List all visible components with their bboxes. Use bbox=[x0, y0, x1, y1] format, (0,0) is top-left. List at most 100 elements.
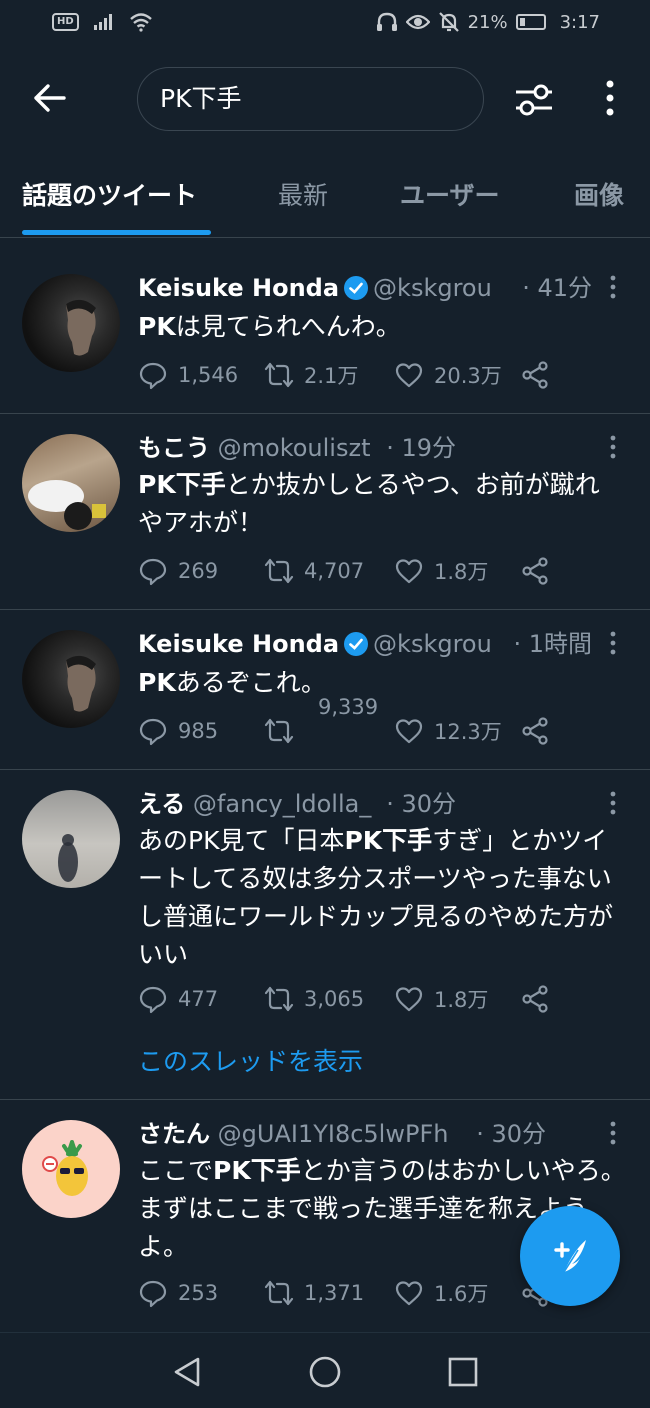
like-button[interactable]: 1.8万 bbox=[394, 984, 488, 1014]
reply-button[interactable]: 1,546 bbox=[138, 360, 238, 390]
search-box[interactable] bbox=[137, 67, 484, 131]
retweet-icon bbox=[264, 718, 294, 744]
tweet-time: · 1時間 bbox=[513, 630, 592, 658]
vertical-dots-icon bbox=[606, 80, 614, 116]
like-count: 1.8万 bbox=[434, 560, 489, 584]
retweet-button[interactable]: 3,065 bbox=[264, 984, 364, 1014]
verified-badge-icon bbox=[344, 276, 369, 300]
avatar[interactable] bbox=[22, 790, 120, 888]
avatar[interactable] bbox=[22, 1120, 120, 1218]
author-handle: @gUAI1YI8c5lwPFh bbox=[217, 1120, 449, 1148]
wifi-icon bbox=[129, 13, 152, 32]
heart-icon bbox=[395, 987, 423, 1012]
active-tab-indicator bbox=[22, 230, 211, 235]
author-handle: @kskgrou… bbox=[373, 274, 490, 302]
like-button[interactable]: 20.3万 bbox=[394, 360, 502, 390]
like-count: 1.6万 bbox=[434, 1282, 489, 1306]
hd-badge: HD bbox=[52, 13, 79, 31]
tab-photos[interactable]: 画像 bbox=[574, 176, 624, 212]
author-name[interactable]: Keisuke Honda bbox=[138, 630, 339, 658]
reply-icon bbox=[139, 718, 167, 746]
reply-button[interactable]: 269 bbox=[138, 556, 218, 586]
retweet-button[interactable]: 2.1万 bbox=[264, 360, 358, 390]
tweet[interactable]: える @fancy_ldolla_ · 30分 あのPK見て「日本PK下手すぎ」… bbox=[0, 770, 650, 1100]
sliders-icon bbox=[516, 84, 552, 116]
heart-icon bbox=[395, 719, 423, 744]
like-button[interactable]: 1.8万 bbox=[394, 556, 488, 586]
reply-icon bbox=[139, 362, 167, 390]
tweet-text: あのPK見て「日本PK下手すぎ」とかツイートしてる奴は多分スポーツやった事ないし… bbox=[138, 826, 614, 969]
tweet-menu-icon[interactable] bbox=[604, 274, 622, 304]
avatar[interactable] bbox=[22, 630, 120, 728]
tweet-menu-icon[interactable] bbox=[604, 434, 622, 464]
share-icon bbox=[522, 557, 548, 585]
system-nav-bar bbox=[0, 1332, 650, 1408]
battery-icon bbox=[515, 14, 546, 30]
tweet-time: · 41分 bbox=[522, 274, 592, 302]
status-bar: HD 21% 3:17 bbox=[0, 0, 650, 48]
tab-top[interactable]: 話題のツイート bbox=[22, 176, 197, 212]
retweet-button[interactable]: 4,707 bbox=[264, 556, 364, 586]
tab-latest[interactable]: 最新 bbox=[278, 176, 328, 212]
feather-plus-icon bbox=[554, 1240, 586, 1273]
tweet-time: · 19分 bbox=[386, 434, 456, 462]
like-button[interactable]: 12.3万 bbox=[394, 716, 502, 746]
mute-bell-icon bbox=[438, 12, 459, 32]
author-name[interactable]: Keisuke Honda bbox=[138, 274, 339, 302]
reply-count: 985 bbox=[178, 719, 219, 743]
search-input[interactable] bbox=[160, 82, 460, 111]
tweet-menu-icon[interactable] bbox=[604, 630, 622, 660]
more-options-button[interactable] bbox=[596, 78, 624, 122]
retweet-button[interactable]: 1,371 bbox=[264, 1278, 364, 1308]
share-icon bbox=[522, 717, 548, 745]
share-button[interactable] bbox=[520, 556, 550, 586]
tweet-menu-icon[interactable] bbox=[604, 1120, 622, 1150]
search-filter-button[interactable] bbox=[512, 78, 556, 122]
battery-percent: 21% bbox=[467, 11, 508, 33]
nav-back-icon[interactable] bbox=[170, 1355, 204, 1389]
back-button[interactable] bbox=[30, 78, 70, 118]
author-handle: @fancy_ldolla_ bbox=[192, 790, 372, 818]
reply-button[interactable]: 477 bbox=[138, 984, 218, 1014]
share-button[interactable] bbox=[520, 716, 550, 746]
retweet-button[interactable]: 9,339 bbox=[264, 695, 378, 746]
reply-count: 253 bbox=[178, 1281, 219, 1305]
share-button[interactable] bbox=[520, 984, 550, 1014]
reply-button[interactable]: 253 bbox=[138, 1278, 218, 1308]
retweet-icon bbox=[264, 1280, 294, 1306]
tweet-text: PKあるぞこれ。 bbox=[138, 668, 326, 697]
author-name[interactable]: える bbox=[138, 790, 185, 818]
headphones-icon bbox=[376, 12, 397, 31]
retweet-count: 4,707 bbox=[304, 559, 365, 583]
compose-tweet-button[interactable] bbox=[520, 1206, 620, 1306]
verified-badge-icon bbox=[344, 632, 369, 656]
reply-count: 477 bbox=[178, 987, 219, 1011]
eye-icon bbox=[405, 14, 430, 30]
share-button[interactable] bbox=[520, 360, 550, 390]
nav-recents-icon[interactable] bbox=[446, 1355, 480, 1389]
reply-button[interactable]: 985 bbox=[138, 716, 218, 746]
author-name[interactable]: さたん bbox=[138, 1120, 210, 1148]
share-icon bbox=[522, 361, 548, 389]
retweet-icon bbox=[264, 362, 294, 388]
like-button[interactable]: 1.6万 bbox=[394, 1278, 488, 1308]
show-thread-link[interactable]: このスレッドを表示 bbox=[138, 1042, 363, 1078]
reply-count: 269 bbox=[178, 559, 219, 583]
clock: 3:17 bbox=[559, 11, 600, 33]
like-count: 20.3万 bbox=[434, 364, 502, 388]
tab-people[interactable]: ユーザー bbox=[400, 176, 500, 212]
avatar[interactable] bbox=[22, 274, 120, 372]
tweet-time: · 30分 bbox=[386, 790, 456, 818]
tweet[interactable]: もこう @mokouliszt · 19分 PK下手とか抜かしとるやつ、お前が蹴… bbox=[0, 414, 650, 610]
tweet[interactable]: Keisuke Honda @kskgrou… · 1時間 PKあるぞこれ。 98… bbox=[0, 610, 650, 770]
avatar[interactable] bbox=[22, 434, 120, 532]
like-count: 1.8万 bbox=[434, 988, 489, 1012]
reply-icon bbox=[139, 986, 167, 1014]
tweet-menu-icon[interactable] bbox=[604, 790, 622, 820]
reply-count: 1,546 bbox=[178, 363, 239, 387]
heart-icon bbox=[395, 363, 423, 388]
share-icon bbox=[522, 985, 548, 1013]
tweet[interactable]: Keisuke Honda @kskgrou… · 41分 PKは見てられへんわ。… bbox=[0, 254, 650, 414]
author-name[interactable]: もこう bbox=[138, 434, 210, 462]
nav-home-icon[interactable] bbox=[308, 1355, 342, 1389]
